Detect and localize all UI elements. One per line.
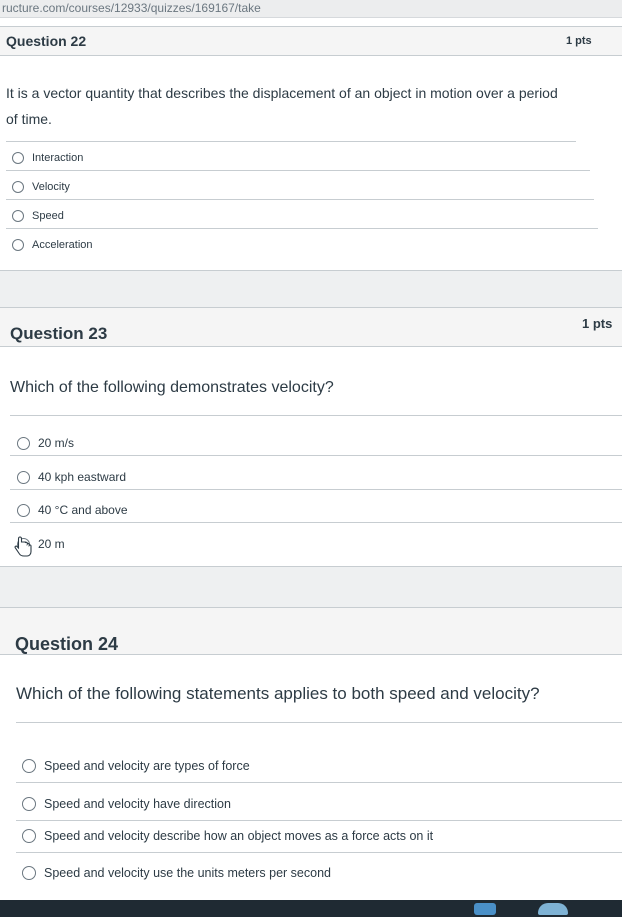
taskbar-app-icon[interactable]: [538, 903, 568, 915]
answer-label: Speed and velocity describe how an objec…: [44, 829, 434, 843]
radio-button-icon[interactable]: [12, 239, 24, 251]
radio-button-icon[interactable]: [17, 503, 30, 517]
divider: [10, 415, 622, 416]
divider: [16, 782, 622, 783]
radio-button-icon[interactable]: [12, 210, 24, 222]
question-23-title: Question 23: [10, 324, 108, 343]
answer-option[interactable]: Speed and velocity are types of force: [22, 759, 250, 773]
answer-label: Acceleration: [32, 239, 93, 251]
answer-option[interactable]: Speed and velocity have direction: [22, 797, 231, 811]
answer-option[interactable]: Speed: [12, 210, 64, 222]
answer-option[interactable]: Velocity: [12, 181, 70, 193]
answer-label: 20 m/s: [38, 436, 75, 450]
url-text: ructure.com/courses/12933/quizzes/169167…: [2, 1, 261, 15]
answer-label: 40 kph eastward: [38, 470, 127, 484]
answer-option[interactable]: Speed and velocity describe how an objec…: [22, 829, 433, 843]
radio-button-icon[interactable]: [17, 436, 30, 450]
question-23-points: 1 pts: [582, 316, 613, 331]
answer-option[interactable]: 40 kph eastward: [17, 470, 126, 484]
taskbar-strip: [0, 900, 622, 917]
divider: [10, 522, 622, 523]
divider: [16, 820, 622, 821]
question-24-text: Which of the following statements applie…: [16, 684, 540, 703]
answer-label: Speed: [32, 210, 64, 222]
radio-button-icon[interactable]: [22, 759, 36, 773]
answer-label: Velocity: [32, 181, 70, 193]
answer-label: Speed and velocity use the units meters …: [44, 866, 331, 880]
radio-button-icon[interactable]: [22, 866, 36, 880]
divider: [16, 722, 622, 723]
question-22-points: 1 pts: [566, 35, 592, 47]
divider: [16, 852, 622, 853]
question-22-header: [0, 26, 622, 56]
answer-option[interactable]: 20 m/s: [17, 436, 74, 450]
answer-label: 40 °C and above: [38, 503, 128, 517]
answer-label: Speed and velocity are types of force: [44, 759, 250, 773]
divider: [6, 170, 590, 171]
radio-button-icon[interactable]: [12, 152, 24, 164]
browser-url-bar[interactable]: ructure.com/courses/12933/quizzes/169167…: [0, 0, 622, 18]
divider: [10, 489, 622, 490]
radio-button-icon[interactable]: [17, 470, 30, 484]
answer-option[interactable]: 40 °C and above: [17, 503, 128, 517]
answer-option[interactable]: Interaction: [12, 152, 83, 164]
answer-option[interactable]: Speed and velocity use the units meters …: [22, 866, 331, 880]
divider: [6, 199, 594, 200]
answer-label: 20 m: [38, 537, 65, 551]
answer-label: Interaction: [32, 152, 84, 164]
question-spacer: [0, 567, 622, 607]
answer-label: Speed and velocity have direction: [44, 797, 231, 811]
question-22-text: It is a vector quantity that describes t…: [6, 85, 558, 127]
divider: [6, 228, 598, 229]
radio-button-icon[interactable]: [22, 829, 36, 843]
answer-option[interactable]: Acceleration: [12, 239, 93, 251]
question-23-text: Which of the following demonstrates velo…: [10, 379, 334, 396]
question-22-title: Question 22: [6, 33, 87, 49]
divider: [6, 141, 576, 142]
question-24-title: Question 24: [15, 634, 119, 654]
taskbar-app-icon[interactable]: [474, 903, 496, 915]
radio-button-icon[interactable]: [12, 181, 24, 193]
mouse-pointer-icon: [14, 536, 32, 557]
divider: [10, 455, 622, 456]
question-spacer: [0, 271, 622, 307]
radio-button-icon[interactable]: [22, 797, 36, 811]
